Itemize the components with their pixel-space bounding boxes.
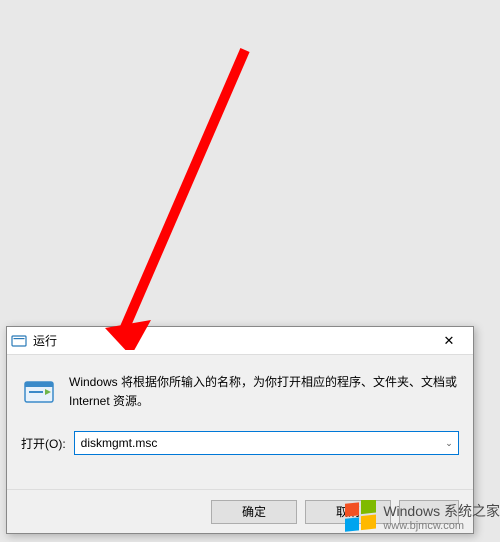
dialog-body: Windows 将根据你所输入的名称，为你打开相应的程序、文件夹、文档或 Int… bbox=[7, 355, 473, 487]
open-input[interactable] bbox=[75, 432, 440, 454]
run-app-icon bbox=[21, 375, 57, 411]
chevron-down-icon[interactable]: ⌄ bbox=[440, 432, 458, 454]
dialog-title: 运行 bbox=[33, 332, 429, 349]
watermark-url: www.bjmcw.com bbox=[383, 520, 500, 533]
description-text: Windows 将根据你所输入的名称，为你打开相应的程序、文件夹、文档或 Int… bbox=[69, 373, 459, 411]
close-button[interactable]: ✕ bbox=[429, 328, 469, 354]
titlebar: 运行 ✕ bbox=[7, 327, 473, 355]
open-label: 打开(O): bbox=[21, 435, 66, 452]
annotation-arrow bbox=[95, 40, 275, 350]
run-icon bbox=[11, 333, 27, 349]
windows-logo-icon bbox=[343, 500, 379, 536]
watermark-text: Windows 系统之家 www.bjmcw.com bbox=[383, 503, 500, 533]
close-icon: ✕ bbox=[444, 333, 455, 349]
open-combobox[interactable]: ⌄ bbox=[74, 431, 459, 455]
open-row: 打开(O): ⌄ bbox=[21, 431, 459, 455]
ok-button[interactable]: 确定 bbox=[211, 500, 297, 524]
description-row: Windows 将根据你所输入的名称，为你打开相应的程序、文件夹、文档或 Int… bbox=[21, 373, 459, 411]
watermark-title: Windows 系统之家 bbox=[383, 503, 500, 520]
watermark: Windows 系统之家 www.bjmcw.com bbox=[343, 500, 500, 536]
